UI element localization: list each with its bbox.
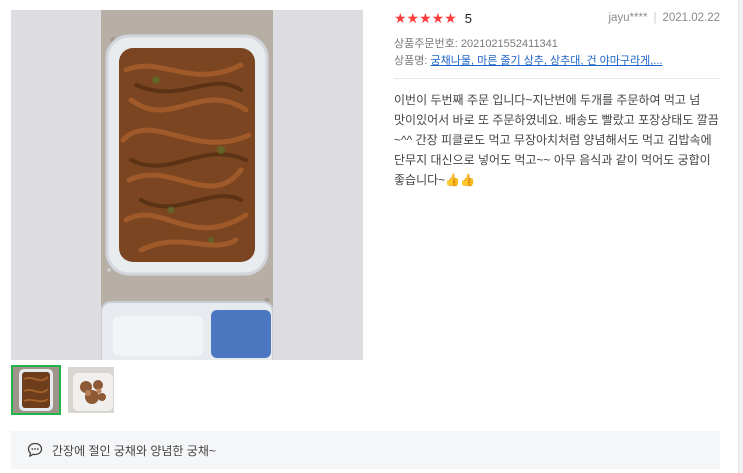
reviewer-id: jayu****: [608, 12, 648, 24]
photo-thumbnail-2[interactable]: [66, 365, 116, 415]
thumbnail-image-2: [68, 367, 114, 413]
review-body: 이번이 두번째 주문 입니다~지난번에 두개를 주문하여 먹고 넘 맛이있어서 …: [394, 90, 724, 190]
rating-score: 5: [464, 10, 472, 26]
order-number-label: 상품주문번호:: [394, 38, 458, 50]
review-meta: jayu**** | 2021.02.22: [608, 12, 720, 24]
thumbs-up-emoji: 👍👍: [445, 173, 476, 187]
seller-comment-bar[interactable]: 간장에 절인 궁채와 양념한 궁채~: [11, 431, 720, 469]
review-header: ★★★★★ 5 jayu**** | 2021.02.22: [394, 9, 720, 27]
seller-comment-text: 간장에 절인 궁채와 양념한 궁채~: [52, 443, 216, 458]
product-name-link[interactable]: 궁채나물, 마른 줄기 상추, 상추대, 건 야마구라게,...: [430, 55, 662, 67]
review-text: 이번이 두번째 주문 입니다~지난번에 두개를 주문하여 먹고 넘 맛이있어서 …: [394, 93, 719, 187]
product-name-row: 상품명: 궁채나물, 마른 줄기 상추, 상추대, 건 야마구라게,...: [394, 52, 720, 68]
divider: [394, 78, 720, 79]
star-rating: ★★★★★: [394, 9, 457, 26]
review-main-photo[interactable]: [11, 10, 363, 360]
scrollbar-track: [738, 0, 743, 473]
meta-separator: |: [653, 12, 657, 24]
order-number-value: 2021021552411341: [460, 38, 558, 50]
product-name-label: 상품명:: [394, 55, 428, 67]
photo-food-container: [101, 10, 273, 360]
speech-bubble-icon: [27, 442, 43, 457]
photo-thumbnail-1[interactable]: [11, 365, 61, 415]
review-date: 2021.02.22: [662, 12, 720, 24]
thumbnail-image-1: [13, 367, 59, 413]
order-number-row: 상품주문번호: 2021021552411341: [394, 35, 558, 51]
